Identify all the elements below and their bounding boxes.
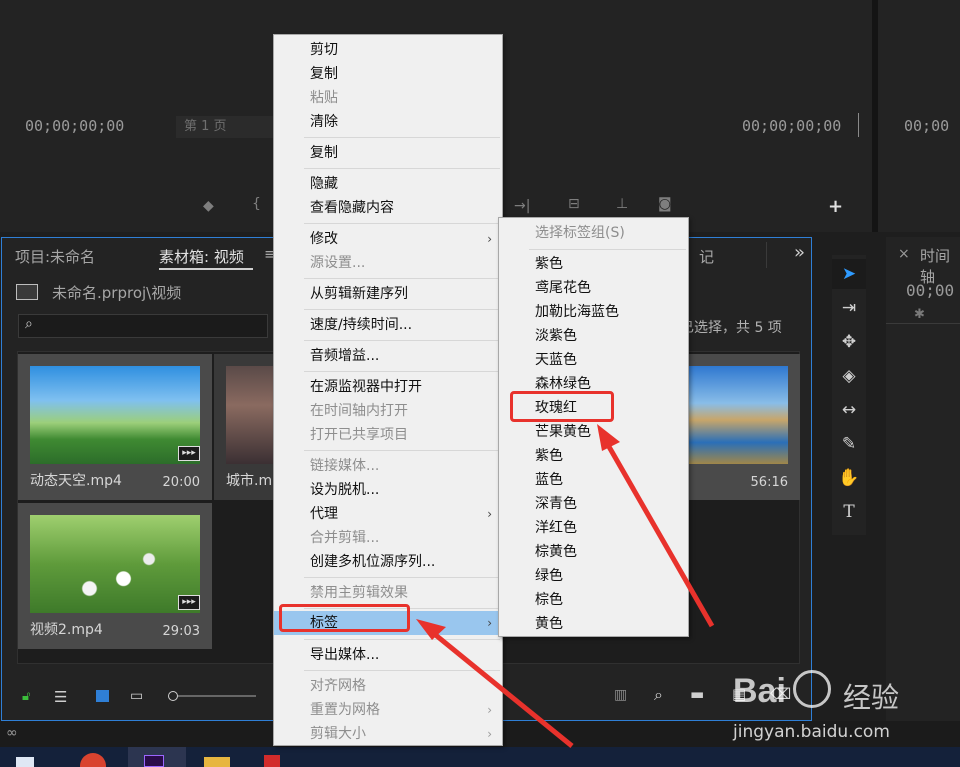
annotation-arrow-line [425, 626, 574, 748]
annotation-arrows [416, 424, 715, 748]
baidu-watermark: Bai 经验 jingyan.baidu.com [733, 662, 953, 748]
watermark-brand-2: 经验 [843, 681, 900, 714]
annotation-arrowhead [597, 424, 620, 451]
watermark-url: jingyan.baidu.com [733, 722, 890, 742]
watermark-brand: Bai [733, 672, 786, 710]
paw-logo-icon [793, 670, 831, 708]
premiere-workspace: 00;00;00;00 第 1 页 ◆ { 00;00;00;00 →| ⊟ ⊥… [0, 0, 960, 767]
annotation-arrow-line [601, 436, 715, 628]
